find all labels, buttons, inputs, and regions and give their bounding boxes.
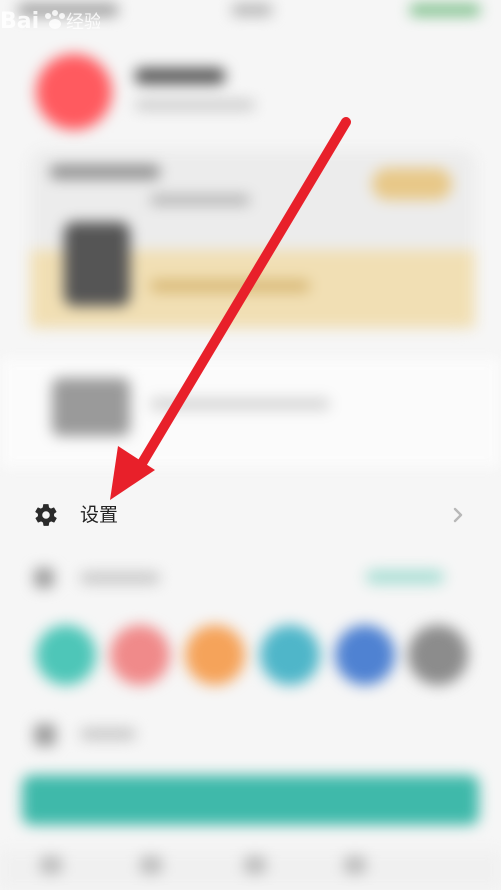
user-name[interactable] bbox=[135, 68, 225, 84]
tab-2-icon[interactable] bbox=[140, 856, 162, 874]
theme-section-label bbox=[80, 572, 160, 584]
vip-open-button[interactable] bbox=[372, 168, 452, 200]
baidu-paw-icon: Bai bbox=[0, 9, 39, 34]
user-subtitle bbox=[135, 100, 255, 110]
promo-banner[interactable] bbox=[22, 775, 479, 825]
theme-color-4[interactable] bbox=[260, 625, 320, 685]
theme-color-2[interactable] bbox=[110, 625, 170, 685]
vip-title bbox=[50, 165, 160, 179]
settings-label: 设置 bbox=[80, 504, 119, 526]
baidu-watermark: Bai 经验 bbox=[0, 9, 100, 34]
tab-4-icon[interactable] bbox=[344, 856, 366, 874]
tab-1-icon[interactable] bbox=[40, 856, 62, 874]
theme-color-6[interactable] bbox=[408, 625, 468, 685]
content-text bbox=[150, 398, 330, 410]
theme-section-link[interactable] bbox=[366, 570, 444, 584]
status-time bbox=[232, 4, 272, 16]
chevron-right-icon bbox=[453, 507, 463, 523]
avatar[interactable] bbox=[36, 54, 112, 130]
theme-section-icon bbox=[34, 568, 54, 588]
extra-row-label bbox=[80, 728, 136, 740]
profile-page: 设置 Bai 经验 bbox=[0, 0, 501, 890]
vip-image bbox=[64, 222, 130, 306]
theme-color-5[interactable] bbox=[335, 625, 395, 685]
vip-strip-text bbox=[150, 280, 310, 292]
svg-text:经验: 经验 bbox=[66, 12, 100, 33]
theme-color-1[interactable] bbox=[36, 625, 96, 685]
tab-3-icon[interactable] bbox=[244, 856, 266, 874]
extra-row-icon bbox=[34, 724, 56, 746]
content-thumbnail bbox=[52, 378, 130, 436]
settings-row[interactable] bbox=[0, 490, 501, 538]
gear-icon bbox=[35, 504, 57, 526]
status-battery bbox=[410, 4, 480, 16]
theme-color-3[interactable] bbox=[185, 625, 245, 685]
vip-subtitle bbox=[150, 195, 250, 205]
